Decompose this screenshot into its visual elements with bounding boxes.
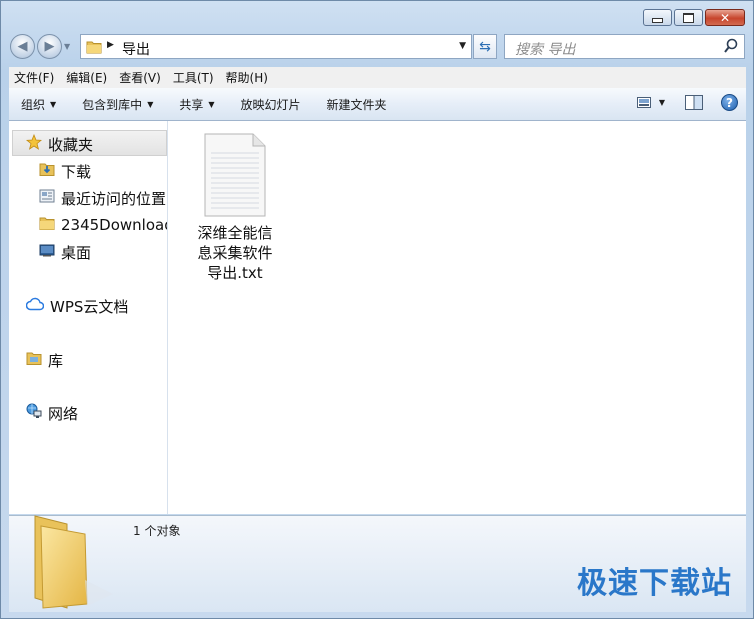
sidebar-item-label: WPS云文档	[50, 297, 129, 316]
chevron-down-icon: ▼	[658, 98, 665, 107]
maximize-icon	[683, 12, 694, 23]
recent-places-icon	[39, 188, 55, 208]
large-folder-icon	[29, 514, 119, 613]
close-button[interactable]: ✕	[705, 9, 745, 26]
file-item[interactable]: 深维全能信 息采集软件 导出.txt	[190, 133, 280, 283]
recent-pages-dropdown[interactable]: ▼	[64, 42, 70, 51]
search-icon[interactable]	[724, 38, 738, 57]
organize-button[interactable]: 组织 ▼	[13, 96, 64, 113]
back-arrow-icon: ◀	[17, 39, 28, 54]
sidebar-item-wps[interactable]: WPS云文档	[25, 295, 129, 317]
search-input[interactable]: 搜索 导出	[504, 34, 745, 59]
organize-label: 组织	[21, 97, 46, 112]
file-name-line: 导出.txt	[207, 264, 263, 282]
sidebar-item-libraries[interactable]: 库	[26, 349, 63, 371]
view-controls: ▼ ?	[636, 94, 738, 111]
back-button[interactable]: ◀	[10, 34, 35, 59]
file-name-line: 息采集软件	[197, 244, 273, 262]
include-in-library-button[interactable]: 包含到库中 ▼	[74, 96, 161, 113]
chevron-down-icon: ▼	[50, 99, 57, 109]
sidebar-item-recent[interactable]: 最近访问的位置	[39, 187, 166, 209]
sidebar-item-label: 最近访问的位置	[61, 189, 167, 208]
close-icon: ✕	[719, 10, 731, 25]
minimize-icon	[652, 17, 663, 23]
new-folder-button[interactable]: 新建文件夹	[319, 96, 395, 113]
library-icon	[26, 350, 42, 370]
nav-buttons: ◀ ▶ ▼	[10, 34, 70, 59]
network-icon	[26, 403, 42, 423]
preview-pane-icon[interactable]	[685, 95, 703, 110]
chevron-down-icon: ▼	[208, 99, 215, 109]
explorer-window: ✕ ◀ ▶ ▼ ▶ 导出 ▼ ⇆ 搜索 导出 文件(F) 编辑(E) 查看(V)…	[0, 0, 754, 619]
command-bar: 组织 ▼ 包含到库中 ▼ 共享 ▼ 放映幻灯片 新建文件夹 ▼ ?	[9, 88, 746, 121]
view-icon	[636, 97, 651, 108]
cloud-icon	[25, 297, 45, 315]
item-count: 1 个对象	[133, 524, 181, 538]
sidebar-item-label: 桌面	[61, 243, 92, 262]
forward-arrow-icon: ▶	[44, 39, 55, 54]
sidebar-item-label: 网络	[48, 404, 79, 423]
sidebar-item-2345downloads[interactable]: 2345Downloads	[39, 214, 167, 236]
menu-edit[interactable]: 编辑(E)	[61, 69, 112, 86]
desktop-icon	[39, 242, 55, 262]
watermark-text: 极速下载站	[577, 566, 732, 601]
minimize-button[interactable]	[643, 9, 672, 26]
sidebar-item-label: 收藏夹	[48, 135, 94, 154]
text-file-icon	[203, 133, 267, 217]
sidebar-item-label: 库	[48, 351, 64, 370]
new-folder-label: 新建文件夹	[326, 97, 387, 112]
file-name: 深维全能信 息采集软件 导出.txt	[190, 223, 280, 283]
breadcrumb-current-folder[interactable]: 导出	[122, 39, 150, 59]
change-view-button[interactable]: ▼	[636, 97, 665, 108]
navigation-pane: 收藏夹 下载 最近访问的位置 2345Downloads 桌面 WPS云文档 库	[9, 121, 168, 514]
slideshow-label: 放映幻灯片	[240, 97, 301, 112]
folder-icon	[39, 215, 55, 235]
refresh-button[interactable]: ⇆	[473, 34, 497, 59]
folder-icon	[86, 40, 102, 57]
downloads-folder-icon	[39, 161, 55, 181]
include-in-library-label: 包含到库中	[82, 97, 143, 112]
address-dropdown-icon[interactable]: ▼	[459, 41, 466, 51]
menu-view[interactable]: 查看(V)	[114, 69, 166, 86]
star-icon	[25, 133, 43, 154]
share-label: 共享	[179, 97, 204, 112]
details-pane: 1 个对象 极速下载站	[9, 515, 746, 612]
caption-buttons: ✕	[643, 9, 745, 26]
breadcrumb-arrow-icon[interactable]: ▶	[107, 40, 114, 50]
forward-button[interactable]: ▶	[37, 34, 62, 59]
menu-help[interactable]: 帮助(H)	[221, 69, 273, 86]
address-bar[interactable]: ▶ 导出 ▼	[80, 34, 472, 59]
file-list-pane: 深维全能信 息采集软件 导出.txt	[168, 121, 746, 514]
help-icon[interactable]: ?	[721, 94, 738, 111]
sidebar-item-downloads[interactable]: 下载	[39, 160, 91, 182]
file-name-line: 深维全能信	[197, 224, 273, 242]
slideshow-button[interactable]: 放映幻灯片	[233, 96, 309, 113]
search-placeholder: 搜索 导出	[515, 42, 576, 58]
menu-bar: 文件(F) 编辑(E) 查看(V) 工具(T) 帮助(H)	[9, 67, 746, 89]
refresh-icon: ⇆	[479, 38, 491, 55]
share-button[interactable]: 共享 ▼	[171, 96, 222, 113]
sidebar-item-network[interactable]: 网络	[26, 402, 78, 424]
sidebar-item-desktop[interactable]: 桌面	[39, 241, 91, 263]
sidebar-item-favorites[interactable]: 收藏夹	[25, 133, 94, 155]
menu-file[interactable]: 文件(F)	[9, 69, 59, 86]
maximize-button[interactable]	[674, 9, 703, 26]
sidebar-item-label: 下载	[61, 162, 92, 181]
sidebar-item-label: 2345Downloads	[61, 216, 167, 234]
menu-tools[interactable]: 工具(T)	[168, 69, 219, 86]
chevron-down-icon: ▼	[147, 99, 154, 109]
